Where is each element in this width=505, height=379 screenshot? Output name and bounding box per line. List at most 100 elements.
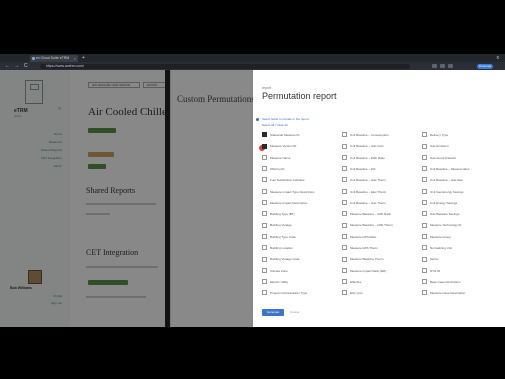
field-checkbox[interactable]: Unit Baseline – Consumption xyxy=(342,132,420,139)
field-checkbox[interactable]: Measure Version ID xyxy=(262,143,340,150)
field-checkbox[interactable]: NTG ID xyxy=(422,267,500,275)
checkbox-icon[interactable] xyxy=(422,143,427,149)
field-checkbox[interactable]: Measure kWh Therm xyxy=(342,245,420,252)
field-checkbox[interactable]: Measure Impact Description xyxy=(262,200,340,207)
field-checkbox[interactable]: Gas Gross Kilowatt xyxy=(422,154,500,162)
select-all-links[interactable]: Select all | Clear all xyxy=(262,123,288,127)
checkbox-icon[interactable] xyxy=(422,245,427,251)
field-checkbox[interactable]: Offering ID xyxy=(262,166,340,173)
checkbox-icon[interactable] xyxy=(422,166,427,172)
field-checkbox[interactable]: Unit Baseline – Gas Cost xyxy=(342,143,420,150)
checkbox-icon[interactable] xyxy=(262,279,267,285)
checkbox-icon[interactable] xyxy=(262,245,267,251)
checkbox-icon[interactable] xyxy=(422,256,427,262)
checkbox-icon[interactable] xyxy=(342,154,347,160)
extension-icon[interactable] xyxy=(448,64,453,68)
checkbox-icon[interactable] xyxy=(262,233,267,239)
field-checkbox[interactable]: Measure Group xyxy=(422,233,500,241)
field-checkbox[interactable]: Measure Technology ID xyxy=(422,222,500,229)
field-checkbox[interactable]: Program Administrator Type xyxy=(262,290,340,297)
field-checkbox[interactable]: Unit Energy Savings xyxy=(422,200,500,207)
field-checkbox[interactable]: Sector xyxy=(422,256,500,263)
checkbox-icon[interactable] xyxy=(422,222,427,228)
generate-button[interactable]: Generate xyxy=(262,309,284,316)
checkbox-icon[interactable] xyxy=(342,233,347,239)
field-checkbox[interactable]: Measure Impact Ratio (ER) xyxy=(342,267,420,275)
window-close-button[interactable]: x xyxy=(497,54,500,62)
checkbox-icon[interactable] xyxy=(422,154,427,160)
field-checkbox[interactable]: Climate Zone xyxy=(262,267,340,275)
checkbox-icon[interactable] xyxy=(342,290,347,296)
modal-backdrop[interactable] xyxy=(0,70,253,327)
checkbox-icon[interactable] xyxy=(422,132,427,138)
field-checkbox[interactable]: Gas Emission xyxy=(422,143,500,150)
checkbox-icon[interactable] xyxy=(262,200,267,205)
checkbox-icon[interactable] xyxy=(342,211,347,217)
field-checkbox[interactable]: Measure kWh Ratio xyxy=(342,233,420,241)
checkbox-icon[interactable] xyxy=(422,233,427,239)
checkbox-icon[interactable] xyxy=(422,188,427,194)
checkbox-icon[interactable] xyxy=(262,222,267,228)
field-checkbox[interactable]: Measure Baseline Therm xyxy=(342,256,420,263)
field-checkbox[interactable]: Building Type (BT) xyxy=(262,211,340,218)
field-checkbox[interactable]: Electric Utility xyxy=(262,279,340,286)
field-checkbox[interactable]: Base Case Description xyxy=(422,279,500,286)
field-checkbox[interactable]: Building Location xyxy=(262,245,340,252)
field-checkbox[interactable]: Gas Baseline Savings xyxy=(422,211,500,218)
tab-close-icon[interactable]: × xyxy=(74,55,76,62)
field-checkbox[interactable]: Statewide Measure ID xyxy=(262,132,340,139)
field-checkbox[interactable]: Fuel Substitution Indicator xyxy=(262,177,340,184)
field-checkbox[interactable]: Measure Impact Type Description xyxy=(262,188,340,196)
field-checkbox[interactable]: Building Vintage xyxy=(262,222,340,229)
cancel-button[interactable]: Cancel xyxy=(290,309,299,316)
checkbox-icon[interactable] xyxy=(342,279,347,285)
checkbox-icon[interactable] xyxy=(342,245,347,251)
checkbox-icon[interactable] xyxy=(262,177,267,183)
field-checkbox[interactable]: Unit Baseline – Gas Elec xyxy=(422,177,500,184)
checkbox-icon[interactable] xyxy=(342,256,347,262)
checkbox-icon[interactable] xyxy=(262,267,267,273)
extension-icon[interactable] xyxy=(432,64,437,68)
extension-icon[interactable] xyxy=(440,64,445,68)
field-checkbox[interactable]: Unit Baseline – Elec Therm xyxy=(342,188,420,196)
new-tab-button[interactable]: + xyxy=(82,54,85,62)
checkbox-icon[interactable] xyxy=(422,279,427,285)
checkbox-icon[interactable] xyxy=(422,290,427,296)
field-checkbox[interactable]: Effective xyxy=(342,279,420,286)
field-checkbox[interactable]: Unit Baseline – kW xyxy=(342,166,420,173)
checkbox-icon[interactable] xyxy=(262,154,267,160)
checkbox-icon[interactable] xyxy=(262,132,267,138)
reload-button[interactable]: C xyxy=(24,62,28,70)
checkbox-icon[interactable] xyxy=(342,267,347,273)
field-checkbox[interactable]: Measure Name xyxy=(262,154,340,162)
checkbox-icon[interactable] xyxy=(422,200,427,205)
checkbox-icon[interactable] xyxy=(422,211,427,217)
url-field[interactable]: https://www.acehm.com/ xyxy=(40,63,410,69)
checkbox-icon[interactable] xyxy=(342,200,347,205)
checkbox-icon[interactable] xyxy=(342,188,347,194)
field-checkbox[interactable]: Unit Baseline – Gas Therm xyxy=(342,200,420,207)
checkbox-icon[interactable] xyxy=(262,290,267,296)
checkbox-icon[interactable] xyxy=(342,177,347,183)
field-checkbox[interactable]: Unit Gas Energy Savings xyxy=(422,188,500,196)
field-checkbox[interactable]: Delivery Type xyxy=(422,132,500,139)
profile-button[interactable]: Personal xyxy=(477,63,493,69)
checkbox-icon[interactable] xyxy=(422,177,427,183)
checkbox-icon[interactable] xyxy=(342,143,347,149)
checkbox-icon[interactable] xyxy=(262,143,267,149)
checkbox-icon[interactable] xyxy=(262,256,267,262)
field-checkbox[interactable]: Building Type Code xyxy=(262,233,340,241)
field-checkbox[interactable]: Measure Baseline – kWh Therm xyxy=(342,222,420,229)
field-checkbox[interactable]: Unit Baseline – Gas Therm xyxy=(342,177,420,184)
field-checkbox[interactable]: Unit Baseline – Measure Elec xyxy=(422,166,500,173)
checkbox-icon[interactable] xyxy=(262,166,267,172)
back-button[interactable]: ← xyxy=(5,62,10,70)
field-checkbox[interactable]: Measure Baseline – kWh Ratio xyxy=(342,211,420,218)
checkbox-icon[interactable] xyxy=(342,132,347,138)
field-checkbox[interactable]: Normalizing Unit xyxy=(422,245,500,252)
checkbox-icon[interactable] xyxy=(342,166,347,172)
forward-button[interactable]: → xyxy=(14,62,19,70)
browser-tab[interactable]: ex Cloud Suite eTRM × xyxy=(30,55,78,62)
field-checkbox[interactable]: Measure Case Description xyxy=(422,290,500,297)
field-checkbox[interactable]: Unit Baseline – kWh Ratio xyxy=(342,154,420,162)
